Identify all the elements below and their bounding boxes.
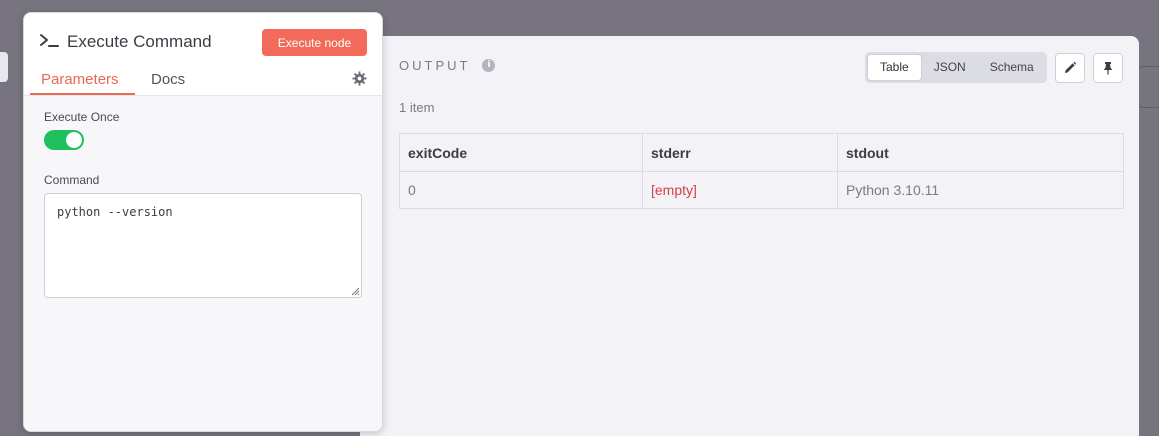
active-tab-indicator bbox=[30, 93, 135, 95]
table-row: 0 [empty] Python 3.10.11 bbox=[399, 171, 1124, 209]
parameters-body: Execute Once Command bbox=[24, 96, 382, 431]
cell-stdout: Python 3.10.11 bbox=[837, 171, 1124, 209]
column-header-stdout: stdout bbox=[837, 133, 1124, 172]
pin-data-button[interactable] bbox=[1093, 53, 1123, 83]
toggle-knob bbox=[66, 132, 82, 148]
terminal-icon bbox=[40, 34, 59, 47]
tab-parameters[interactable]: Parameters bbox=[41, 71, 119, 95]
cell-stderr: [empty] bbox=[642, 171, 838, 209]
item-count: 1 item bbox=[399, 100, 435, 115]
command-input[interactable] bbox=[44, 193, 362, 298]
node-parameters-panel: Execute Command Execute node Parameters … bbox=[23, 12, 383, 432]
output-heading: OUTPUT i bbox=[399, 58, 496, 73]
execute-node-button[interactable]: Execute node bbox=[262, 29, 367, 56]
edit-output-button[interactable] bbox=[1055, 53, 1085, 83]
canvas-panel-edge bbox=[0, 52, 8, 82]
cell-exitcode: 0 bbox=[399, 171, 643, 209]
resize-handle-icon[interactable] bbox=[351, 287, 360, 296]
execute-once-toggle[interactable] bbox=[44, 130, 84, 150]
execute-once-label: Execute Once bbox=[44, 110, 120, 124]
output-panel: OUTPUT i 1 item Table JSON Schema exitCo… bbox=[360, 36, 1139, 436]
info-icon[interactable]: i bbox=[482, 59, 496, 72]
output-view-switcher: Table JSON Schema bbox=[865, 52, 1047, 83]
view-schema-option[interactable]: Schema bbox=[978, 54, 1046, 81]
column-header-stderr: stderr bbox=[642, 133, 838, 172]
node-header: Execute Command Execute node Parameters … bbox=[24, 13, 382, 96]
tab-docs[interactable]: Docs bbox=[151, 71, 185, 95]
output-table: exitCode stderr stdout 0 [empty] Python … bbox=[399, 133, 1124, 209]
view-table-option[interactable]: Table bbox=[867, 54, 922, 81]
pencil-icon bbox=[1065, 61, 1077, 73]
pin-icon bbox=[1103, 62, 1113, 75]
command-label: Command bbox=[44, 173, 100, 187]
table-header-row: exitCode stderr stdout bbox=[399, 133, 1124, 172]
view-json-option[interactable]: JSON bbox=[922, 54, 978, 81]
gear-icon[interactable] bbox=[352, 71, 367, 86]
canvas-control-edge bbox=[1137, 66, 1159, 108]
output-title: OUTPUT bbox=[399, 58, 471, 73]
node-title[interactable]: Execute Command bbox=[67, 32, 212, 52]
column-header-exitcode: exitCode bbox=[399, 133, 643, 172]
